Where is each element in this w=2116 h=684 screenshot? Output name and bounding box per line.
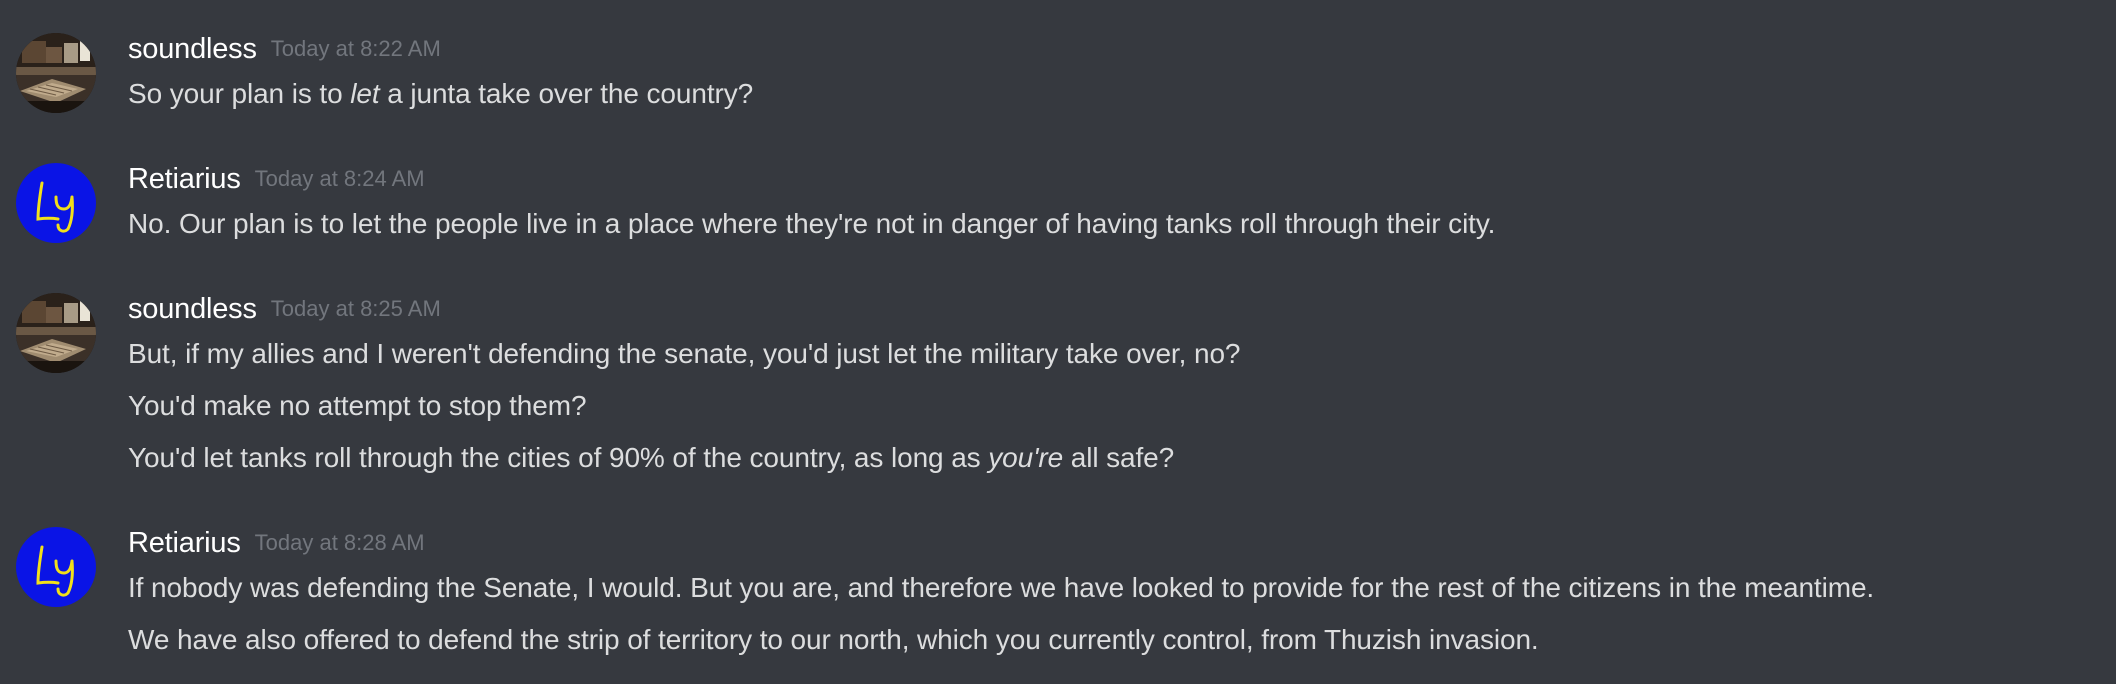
timestamp[interactable]: Today at 8:24 AM [255, 166, 425, 191]
message-text: So your plan is to let a junta take over… [128, 78, 754, 109]
username[interactable]: Retiarius [128, 163, 241, 195]
avatar[interactable] [16, 33, 96, 113]
timestamp[interactable]: Today at 8:22 AM [271, 36, 441, 61]
username[interactable]: soundless [128, 293, 257, 325]
ly-monogram-icon [16, 163, 96, 243]
chat-messages: soundless Today at 8:22 AM So your plan i… [0, 0, 2116, 684]
message-header: soundless Today at 8:25 AM [128, 293, 441, 326]
message-header: Retiarius Today at 8:28 AM [128, 527, 425, 560]
books-photo-icon [16, 33, 96, 113]
message-header: soundless Today at 8:22 AM [128, 33, 441, 66]
message-text: No. Our plan is to let the people live i… [128, 208, 1496, 239]
username[interactable]: soundless [128, 33, 257, 65]
timestamp[interactable]: Today at 8:25 AM [271, 296, 441, 321]
books-photo-icon [16, 293, 96, 373]
message-text: But, if my allies and I weren't defendin… [128, 338, 1241, 369]
avatar[interactable] [16, 163, 96, 243]
message-text: You'd let tanks roll through the cities … [128, 442, 1175, 473]
message-text: If nobody was defending the Senate, I wo… [128, 572, 1875, 603]
avatar[interactable] [16, 527, 96, 607]
ly-monogram-icon [16, 527, 96, 607]
message-text: We have also offered to defend the strip… [128, 624, 1539, 655]
message-header: Retiarius Today at 8:24 AM [128, 163, 425, 196]
message-text: You'd make no attempt to stop them? [128, 390, 587, 421]
timestamp[interactable]: Today at 8:28 AM [255, 530, 425, 555]
username[interactable]: Retiarius [128, 527, 241, 559]
avatar[interactable] [16, 293, 96, 373]
